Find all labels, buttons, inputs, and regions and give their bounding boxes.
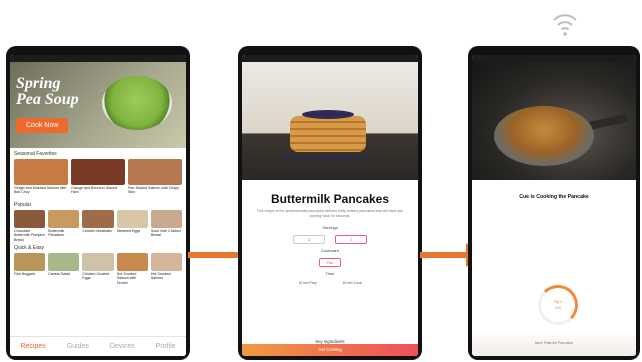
servings-option-selected[interactable]: 2 bbox=[335, 235, 367, 245]
ring-timer: 0:00 bbox=[554, 306, 562, 310]
wifi-icon bbox=[553, 14, 577, 36]
recipe-caption: Steamed Eggs bbox=[116, 229, 141, 233]
hero-title: Spring Pea Soup bbox=[16, 75, 79, 108]
cookware-selector: Pan bbox=[242, 253, 418, 268]
section-popular: Popular bbox=[14, 202, 32, 208]
nav-guides[interactable]: Guides bbox=[67, 343, 89, 350]
time-label: Time bbox=[325, 271, 335, 277]
recipe-thumb bbox=[82, 210, 114, 228]
recipe-caption: Orange and Bourbon Glazed Ham bbox=[71, 186, 117, 195]
hero-banner[interactable]: Spring Pea Soup Cook Now bbox=[10, 62, 186, 148]
ring-label: Flip It bbox=[553, 300, 563, 304]
get-cooking-button[interactable]: Get Cooking bbox=[242, 344, 418, 356]
tablet-cooking: Cue is Cooking the Pancake Flip It 0:00 … bbox=[468, 46, 640, 360]
recipe-caption: Chicken-Crusted Eggs bbox=[82, 272, 110, 281]
recipe-caption: Buttermilk Pancakes bbox=[48, 229, 65, 238]
soup-bowl-image bbox=[102, 76, 172, 130]
recipe-thumb bbox=[116, 253, 148, 271]
recipe-card[interactable]: Chocolate Buttermilk Pumpkin Bread bbox=[14, 210, 46, 242]
section-seasonal: Seasonal Favorites bbox=[14, 151, 57, 157]
home-screen: Spring Pea Soup Cook Now Seasonal Favori… bbox=[10, 55, 186, 356]
cook-now-button[interactable]: Cook Now bbox=[16, 118, 69, 133]
recipe-caption: Caesar Salad bbox=[48, 272, 70, 276]
blueberries bbox=[282, 154, 374, 162]
recipe-card[interactable]: Pan-Seared Salmon with Crispy Skin bbox=[128, 159, 182, 199]
recipe-thumb bbox=[14, 210, 46, 228]
pancake-image bbox=[242, 62, 418, 180]
tablet-recipe: Buttermilk Pancakes This recipe of the q… bbox=[238, 46, 422, 360]
recipe-card[interactable]: Steamed Eggs bbox=[116, 210, 148, 242]
recipe-caption: Ginger and Mustard Salmon with Bok Choy bbox=[14, 186, 67, 195]
recipe-caption: Fish Nuggets bbox=[14, 272, 36, 276]
recipe-thumb bbox=[48, 253, 80, 271]
recipe-thumb bbox=[14, 253, 46, 271]
flow-arrow bbox=[420, 243, 482, 267]
recipe-caption: Hot Smoked Salmon with Fennel bbox=[116, 272, 137, 285]
prep-time: 10 min Prep bbox=[298, 281, 317, 286]
recipe-card[interactable]: Orange and Bourbon Glazed Ham bbox=[71, 159, 125, 199]
progress-ring: Flip It 0:00 bbox=[538, 285, 578, 325]
recipe-card[interactable]: Buttermilk Pancakes bbox=[48, 210, 80, 242]
next-step: Next: Plate the Pancakes bbox=[534, 341, 574, 345]
recipe-caption: Hot Smoked Salmon bbox=[150, 272, 171, 281]
tablet-home: Spring Pea Soup Cook Now Seasonal Favori… bbox=[6, 46, 190, 360]
status-bar bbox=[10, 55, 186, 62]
quick-row: Fish Nuggets Caesar Salad Chicken-Cruste… bbox=[10, 253, 186, 285]
cookware-label: Cookware bbox=[320, 248, 339, 254]
section-quick: Quick & Easy bbox=[14, 245, 45, 251]
recipe-card[interactable]: Hot Smoked Salmon with Fennel bbox=[116, 253, 148, 285]
recipe-card[interactable]: Fish Nuggets bbox=[14, 253, 46, 285]
recipe-thumb bbox=[116, 210, 148, 228]
pan-image bbox=[472, 62, 636, 180]
recipe-thumb bbox=[48, 210, 80, 228]
cook-time: 40 min Cook bbox=[342, 281, 362, 286]
recipe-card[interactable]: Caesar Salad bbox=[48, 253, 80, 285]
nav-profile[interactable]: Profile bbox=[156, 343, 176, 350]
recipe-caption: Chocolate Buttermilk Pumpkin Bread bbox=[14, 229, 45, 242]
recipe-description: This recipe of the quintessential pancak… bbox=[256, 209, 404, 218]
status-bar bbox=[472, 55, 636, 62]
recipe-thumb bbox=[150, 253, 183, 271]
recipe-thumb bbox=[71, 159, 125, 185]
recipe-screen: Buttermilk Pancakes This recipe of the q… bbox=[242, 55, 418, 356]
status-bar bbox=[242, 55, 418, 62]
nav-recipes[interactable]: Recipes bbox=[20, 343, 45, 350]
pancake-stack bbox=[290, 110, 366, 152]
recipe-card[interactable]: Chicken-Crusted Eggs bbox=[82, 253, 114, 285]
servings-selector: 1 2 bbox=[242, 230, 418, 245]
popular-row: Chocolate Buttermilk Pumpkin Bread Butte… bbox=[10, 210, 186, 242]
recipe-caption: Sous Vide Chicken Breast bbox=[150, 229, 182, 238]
recipe-card[interactable]: Ginger and Mustard Salmon with Bok Choy bbox=[14, 159, 68, 199]
recipe-card[interactable]: Chicken Meatballs bbox=[82, 210, 114, 242]
recipe-thumb bbox=[128, 159, 182, 185]
promo-stage: Spring Pea Soup Cook Now Seasonal Favori… bbox=[0, 0, 642, 362]
recipe-card[interactable]: Hot Smoked Salmon bbox=[150, 253, 183, 285]
recipe-thumb bbox=[82, 253, 114, 271]
recipe-title: Buttermilk Pancakes bbox=[270, 192, 390, 206]
recipe-thumb bbox=[14, 159, 68, 185]
nav-devices[interactable]: Devices bbox=[110, 343, 135, 350]
bottom-nav: Recipes Guides Devices Profile bbox=[10, 336, 186, 356]
servings-label: Servings bbox=[322, 225, 338, 231]
recipe-caption: Pan-Seared Salmon with Crispy Skin bbox=[128, 186, 179, 195]
cooking-status: Cue is Cooking the Pancake bbox=[519, 194, 589, 200]
recipe-card[interactable]: Sous Vide Chicken Breast bbox=[150, 210, 183, 242]
recipe-caption: Chicken Meatballs bbox=[82, 229, 112, 233]
recipe-thumb bbox=[150, 210, 183, 228]
seasonal-row: Ginger and Mustard Salmon with Bok Choy … bbox=[10, 159, 186, 199]
cookware-pan[interactable]: Pan bbox=[319, 258, 341, 268]
time-info: 10 min Prep 40 min Cook bbox=[242, 276, 418, 285]
cooking-screen: Cue is Cooking the Pancake Flip It 0:00 … bbox=[472, 55, 636, 356]
frying-pan bbox=[494, 106, 594, 166]
servings-option[interactable]: 1 bbox=[293, 235, 325, 245]
pan-handle bbox=[587, 113, 629, 131]
